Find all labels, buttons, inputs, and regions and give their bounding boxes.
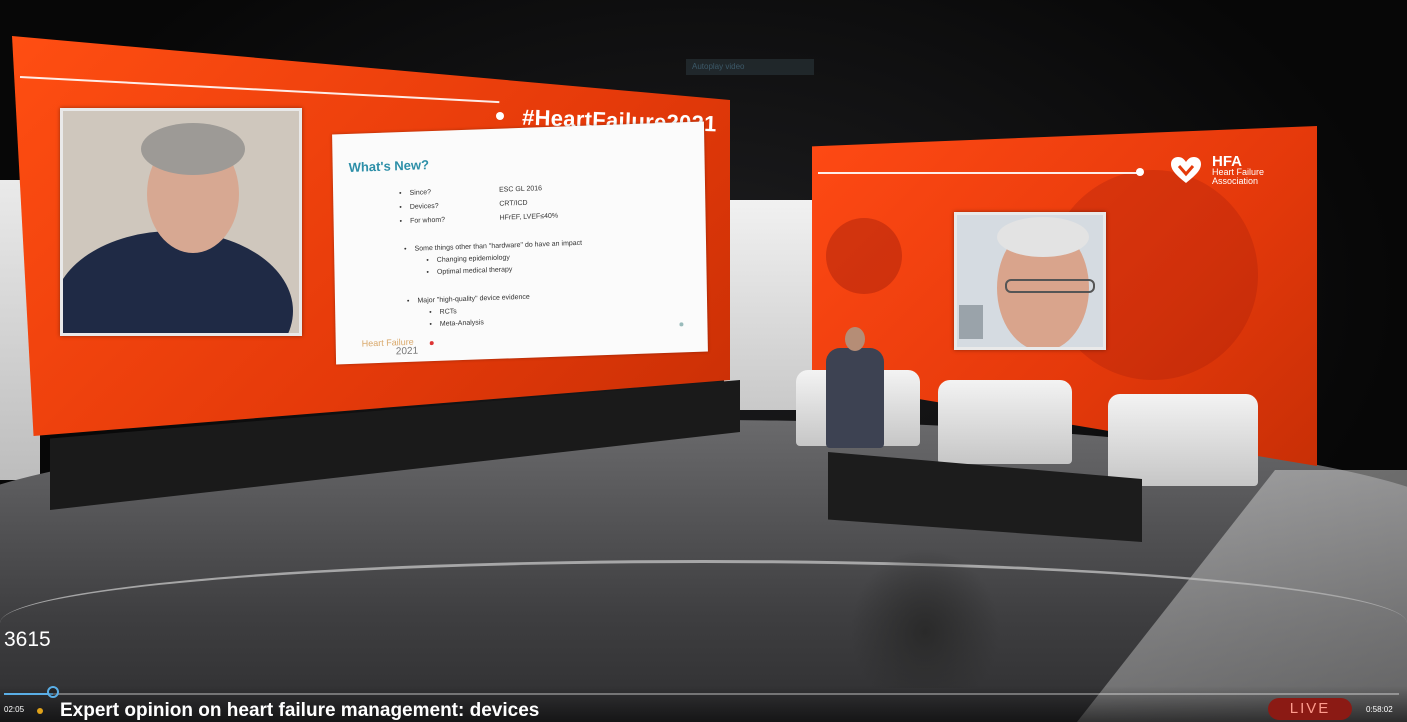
pip-thumbnail [959, 305, 983, 339]
slide-row-since-value: ESC GL 2016 [499, 185, 543, 194]
moderator-head [845, 327, 865, 351]
slide-logo-dot [429, 341, 434, 346]
caption-code: 3615 [4, 628, 51, 651]
slide-row-devices-value: CRT/ICD [499, 199, 528, 208]
speaker-webcam-right [954, 212, 1106, 350]
speaker-hair [141, 123, 245, 175]
video-title: Expert opinion on heart failure manageme… [60, 700, 540, 721]
right-screen-rule-dot [1136, 168, 1144, 176]
slide-title: What's New? [348, 157, 430, 175]
live-button[interactable]: LIVE [1268, 698, 1352, 720]
live-status-dot [37, 708, 43, 714]
right-screen-rule-line [818, 172, 1140, 174]
overlay-label: Autoplay video [686, 59, 814, 75]
armchair [1108, 394, 1258, 486]
slide-row-since: • Since? [399, 189, 432, 198]
camera-rig [850, 548, 1000, 688]
current-time: 02:05 [4, 705, 25, 714]
hfa-logo-subtitle: Heart Failure Association [1212, 167, 1265, 186]
slide-corner-dot [679, 322, 684, 327]
speaker-hair [997, 217, 1089, 257]
slide-point-2-sub-1: • Changing epidemiology [426, 254, 510, 265]
hfa-heart-logo [1171, 157, 1201, 183]
slide-logo-year: 2021 [395, 345, 419, 358]
glasses [1005, 279, 1095, 293]
presentation-slide: What's New? • Since? ESC GL 2016 • Devices… [332, 121, 708, 365]
screen-rule-dot [496, 112, 504, 120]
slide-row-for-whom-value: HFrEF, LVEF≤40% [499, 212, 559, 222]
slide-point-2-sub-2: • Optimal medical therapy [426, 266, 513, 277]
slide-row-devices: • Devices? [399, 202, 439, 212]
progress-scrubber-handle[interactable] [47, 686, 59, 698]
video-frame[interactable]: #HeartFailure2021 What's New? • Since? ES… [0, 0, 1407, 722]
slide-point-3: • Major "high-quality" device evidence [406, 293, 530, 305]
total-time: 0:58:02 [1366, 705, 1393, 714]
armchair [938, 380, 1072, 464]
speaker-webcam-left [60, 108, 302, 336]
moderator [826, 348, 884, 448]
slide-point-3-sub-2: • Meta-Analysis [429, 319, 484, 329]
decor-circle [826, 218, 902, 294]
slide-point-2: • Some things other than "hardware" do ha… [404, 239, 583, 254]
slide-row-for-whom: • For whom? [399, 216, 446, 226]
progress-fill [4, 693, 53, 695]
slide-point-3-sub-1: • RCTs [429, 308, 457, 317]
progress-track[interactable] [4, 693, 1399, 695]
